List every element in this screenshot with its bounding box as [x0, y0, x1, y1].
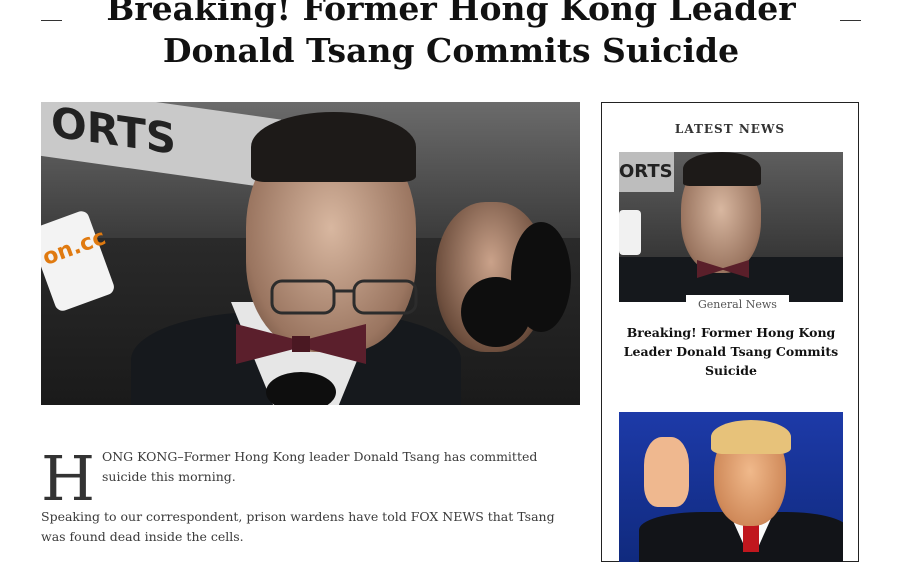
article-hero-image: ORTS on.cc	[41, 102, 580, 405]
glasses-icon	[270, 279, 418, 315]
microphone-icon	[266, 372, 336, 405]
photo-hair	[711, 420, 791, 454]
photo-sign: ORTS	[619, 152, 674, 192]
microphone-icon	[619, 210, 641, 255]
microphone-icon	[511, 222, 571, 332]
title-rule-left	[41, 20, 62, 21]
latest-news-heading: LATEST NEWS	[674, 122, 786, 136]
photo-hair	[683, 152, 761, 186]
news-card-image[interactable]: ORTS	[619, 152, 843, 302]
latest-news-widget: LATEST NEWS ORTS General News Breaking! …	[601, 102, 859, 562]
title-rule-right	[840, 20, 861, 21]
article-paragraph-1: ONG KONG–Former Hong Kong leader Donald …	[102, 449, 538, 484]
raised-hand	[644, 437, 689, 507]
article-title: Breaking! Former Hong Kong Leader Donald…	[106, 0, 796, 70]
news-card-title[interactable]: Breaking! Former Hong Kong Leader Donald…	[622, 323, 840, 380]
article-header: Breaking! Former Hong Kong Leader Donald…	[0, 0, 902, 78]
category-badge[interactable]: General News	[686, 295, 789, 313]
photo-hair	[251, 112, 416, 182]
article-paragraph-2: Speaking to our correspondent, prison wa…	[41, 509, 555, 544]
necktie-icon	[743, 522, 759, 552]
drop-cap: H	[41, 442, 96, 515]
bow-tie-icon	[236, 324, 366, 364]
